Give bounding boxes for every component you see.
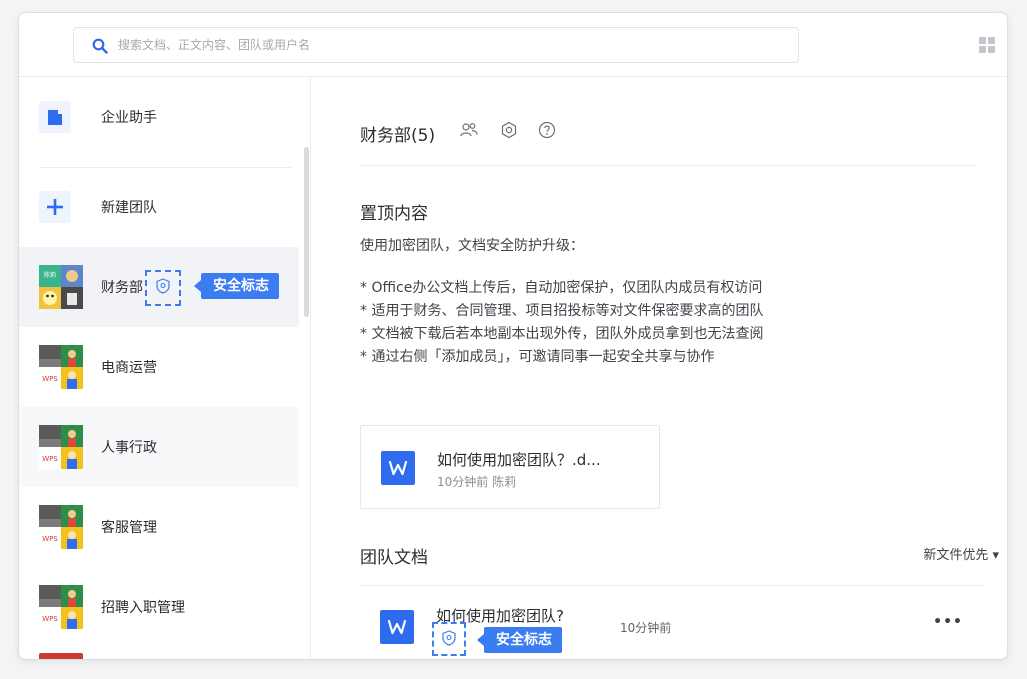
pinned-line: * Office办公文档上传后，自动加密保护，仅团队内成员有权访问 [360, 280, 763, 296]
team-avatar: WPS [39, 505, 83, 549]
svg-text:WPS: WPS [42, 455, 58, 463]
sidebar-item-hr-admin[interactable]: WPS 人事行政 [19, 407, 299, 487]
members-icon[interactable] [460, 121, 478, 139]
sidebar-item-customer-service[interactable]: WPS 客服管理 [19, 487, 299, 567]
doc-time: 10分钟前 [620, 621, 672, 635]
enterprise-assistant-icon [39, 101, 71, 133]
sidebar-item-label: 招聘入职管理 [101, 600, 185, 616]
pinned-doc-name: 如何使用加密团队？.d... [437, 451, 601, 469]
top-header [19, 13, 1007, 77]
svg-text:WPS: WPS [42, 535, 58, 543]
security-annotation-box [432, 622, 466, 656]
sidebar-item-label: 新建团队 [101, 200, 157, 216]
security-tag: 安全标志 [477, 627, 562, 653]
sidebar-item-enterprise-assistant[interactable]: 企业助手 [19, 77, 299, 157]
team-avatar: WPS [39, 585, 83, 629]
sidebar-item-ecommerce[interactable]: WPS 电商运营 [19, 327, 299, 407]
sort-dropdown[interactable]: 新文件优先 ▾ [923, 544, 999, 563]
pinned-doc-card[interactable]: 如何使用加密团队？.d... 10分钟前 陈莉 [360, 425, 660, 509]
team-avatar: WPS [39, 345, 83, 389]
more-options-button[interactable]: ••• [933, 614, 963, 630]
sidebar-item-recruitment[interactable]: WPS 招聘入职管理 [19, 567, 299, 647]
gear-icon[interactable] [500, 121, 518, 139]
wps-word-icon [381, 451, 415, 485]
sidebar-item-label: 客服管理 [101, 520, 157, 536]
search-input[interactable] [118, 28, 778, 62]
pinned-intro: 使用加密团队，文档安全防护升级： [360, 238, 584, 254]
search-icon [92, 38, 108, 54]
pinned-line: * 通过右侧「添加成员」，可邀请同事一起安全共享与协作 [360, 349, 715, 365]
apps-grid-icon[interactable] [979, 37, 995, 53]
team-avatar: 陈莉 [39, 265, 83, 309]
pinned-list: * Office办公文档上传后，自动加密保护，仅团队内成员有权访问 * 适用于财… [360, 277, 763, 369]
security-tag: 安全标志 [194, 273, 279, 299]
title-divider [360, 165, 975, 166]
pinned-section-title: 置顶内容 [360, 204, 428, 224]
team-title: 财务部(5) [360, 126, 436, 146]
team-avatar: WPS [39, 425, 83, 469]
add-icon [39, 191, 71, 223]
sidebar-item-label: 人事行政 [101, 440, 157, 456]
svg-text:WPS: WPS [42, 615, 58, 623]
wps-word-icon [380, 610, 414, 644]
search-box[interactable] [73, 27, 799, 63]
svg-text:WPS: WPS [42, 375, 58, 383]
pinned-line: * 适用于财务、合同管理、项目招投标等对文件保密要求高的团队 [360, 303, 764, 319]
team-docs-title: 团队文档 [360, 548, 428, 568]
main-panel: 财务部(5) 置顶内容 使用加密团队，文档安全防护升级： * Office办公文… [312, 77, 1007, 659]
table-row[interactable]: 如何使用加密团队? 安全标志 10分钟前 ••• [360, 586, 985, 659]
team-sidebar: 企业助手 新建团队 陈莉 财务部 安全标志 WPS 电商运营 WPS 人事行政 … [19, 77, 311, 659]
team-avatar-partial [39, 653, 83, 659]
security-annotation-box [145, 270, 181, 306]
sidebar-item-label: 财务部 [101, 280, 143, 296]
app-window: 企业助手 新建团队 陈莉 财务部 [18, 12, 1008, 660]
help-icon[interactable] [538, 121, 556, 139]
avatar-text: 陈莉 [44, 271, 56, 279]
pinned-doc-meta: 10分钟前 陈莉 [437, 475, 517, 489]
sidebar-item-new-team[interactable]: 新建团队 [19, 167, 299, 247]
sidebar-scrollbar[interactable] [304, 147, 309, 317]
sidebar-item-label: 电商运营 [101, 360, 157, 376]
pinned-line: * 文档被下载后若本地副本出现外传，团队外成员拿到也无法查阅 [360, 326, 764, 342]
sidebar-item-label: 企业助手 [101, 110, 157, 126]
